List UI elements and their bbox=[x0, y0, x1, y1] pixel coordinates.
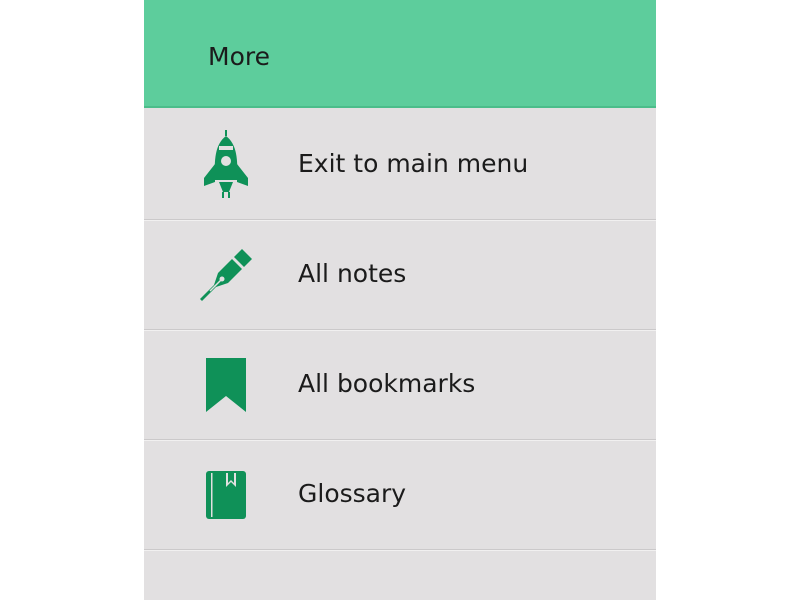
fountain-pen-icon bbox=[198, 244, 254, 306]
bookmark-icon bbox=[198, 354, 254, 416]
menu-header: More bbox=[144, 0, 656, 108]
page-title: More bbox=[208, 42, 270, 71]
menu-item-label: Exit to main menu bbox=[298, 149, 529, 178]
book-icon bbox=[198, 464, 254, 526]
rocket-icon bbox=[198, 130, 254, 198]
menu-item-all-notes[interactable]: All notes bbox=[144, 220, 656, 330]
menu-item-label: All bookmarks bbox=[298, 369, 476, 398]
more-menu-panel: More Exit to main menu All notes All boo… bbox=[144, 0, 656, 600]
menu-item-exit-to-main-menu[interactable]: Exit to main menu bbox=[144, 110, 656, 220]
menu-item-label: All notes bbox=[298, 259, 407, 288]
menu-list: Exit to main menu All notes All bookmark… bbox=[144, 110, 656, 550]
menu-item-label: Glossary bbox=[298, 479, 407, 508]
menu-item-glossary[interactable]: Glossary bbox=[144, 440, 656, 550]
menu-item-all-bookmarks[interactable]: All bookmarks bbox=[144, 330, 656, 440]
